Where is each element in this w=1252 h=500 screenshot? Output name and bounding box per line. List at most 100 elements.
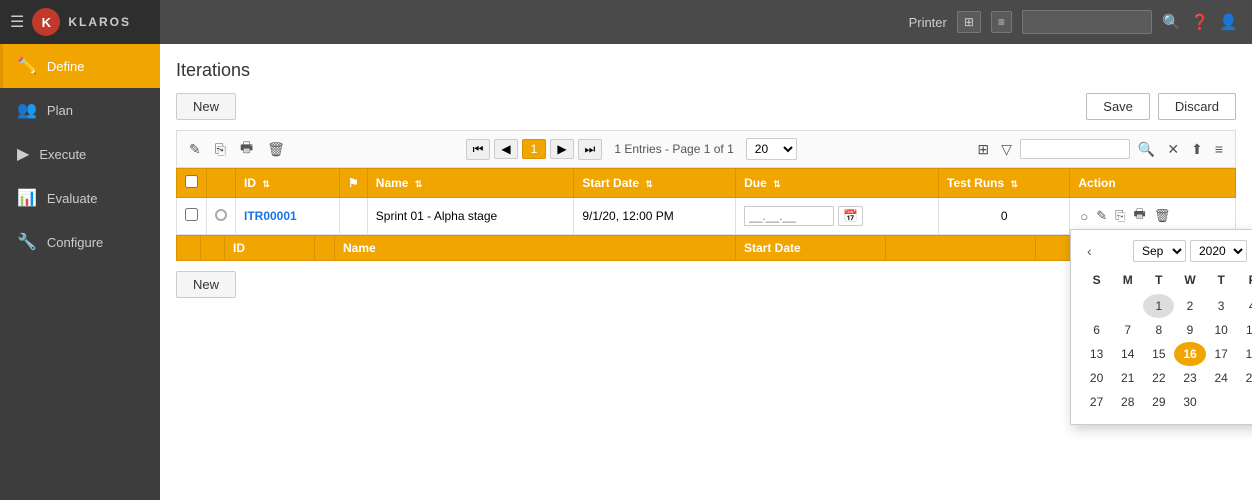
new-button-top[interactable]: New: [176, 93, 236, 120]
sidebar-label-plan: Plan: [47, 103, 73, 118]
row-due-cell: 📅: [736, 198, 939, 235]
filter-icon[interactable]: ▽: [997, 139, 1016, 160]
sidebar-item-plan[interactable]: 👥 Plan: [0, 88, 160, 132]
sidebar-item-configure[interactable]: 🔧 Configure: [0, 220, 160, 264]
cal-day-23[interactable]: 23: [1174, 366, 1205, 390]
th-due[interactable]: Due ⇅: [736, 169, 939, 198]
prev-page-btn[interactable]: ◀: [494, 139, 517, 159]
save-button[interactable]: Save: [1086, 93, 1150, 120]
cal-day-24[interactable]: 24: [1206, 366, 1237, 390]
cal-empty-2: [1112, 294, 1143, 318]
printer-list-icon[interactable]: ≡: [991, 11, 1012, 33]
sidebar-item-evaluate[interactable]: 📊 Evaluate: [0, 176, 160, 220]
cal-day-13[interactable]: 13: [1081, 342, 1112, 366]
toolbar-left: ✎ ⎘ 🖶 🗑: [185, 135, 289, 163]
sidebar-header: ☰ K KLAROS: [0, 0, 160, 44]
cal-day-14[interactable]: 14: [1112, 342, 1143, 366]
row-edit-icon[interactable]: ✎: [1094, 206, 1109, 226]
last-page-btn[interactable]: ⏭: [578, 139, 603, 160]
cal-day-7[interactable]: 7: [1112, 318, 1143, 342]
top-actions: New Save Discard: [176, 93, 1236, 120]
page-size-select[interactable]: 20 50 100: [746, 138, 797, 160]
th-start-date[interactable]: Start Date ⇅: [574, 169, 736, 198]
edit-icon[interactable]: ✎: [185, 139, 205, 160]
export-icon[interactable]: ⬆: [1187, 139, 1207, 160]
next-page-btn[interactable]: ▶: [550, 139, 573, 159]
brand-name: KLAROS: [68, 15, 131, 29]
cal-day-18[interactable]: 18: [1237, 342, 1252, 366]
cal-day-22[interactable]: 22: [1143, 366, 1174, 390]
cal-day-3[interactable]: 3: [1206, 294, 1237, 318]
cal-day-27[interactable]: 27: [1081, 390, 1112, 414]
discard-button[interactable]: Discard: [1158, 93, 1236, 120]
columns-icon[interactable]: ≡: [1211, 139, 1227, 159]
table-search-icon[interactable]: 🔍: [1134, 139, 1159, 160]
row-copy-icon[interactable]: ⎘: [1113, 206, 1127, 226]
select-all-checkbox[interactable]: [185, 175, 198, 188]
cal-day-21[interactable]: 21: [1112, 366, 1143, 390]
due-date-input[interactable]: [744, 206, 834, 226]
cal-day-6[interactable]: 6: [1081, 318, 1112, 342]
user-icon[interactable]: 👤: [1219, 13, 1238, 31]
hamburger-icon[interactable]: ☰: [10, 12, 24, 32]
cal-day-8[interactable]: 8: [1143, 318, 1174, 342]
print-icon[interactable]: 🖶: [236, 135, 257, 163]
help-icon[interactable]: ❓: [1191, 13, 1210, 31]
clear-search-icon[interactable]: ✕: [1163, 139, 1183, 160]
search-icon[interactable]: 🔍: [1162, 13, 1181, 31]
summary-col-check: [177, 236, 201, 261]
calendar-popup: ‹ JanFebMarApr MayJunJulAug SepOctNovDec…: [1070, 229, 1252, 425]
cal-day-9[interactable]: 9: [1174, 318, 1205, 342]
th-test-runs[interactable]: Test Runs ⇅: [939, 169, 1070, 198]
cal-day-25[interactable]: 25: [1237, 366, 1252, 390]
cal-day-17[interactable]: 17: [1206, 342, 1237, 366]
topbar-search-input[interactable]: [1022, 10, 1152, 34]
status-circle-icon: [215, 209, 227, 221]
cal-day-28[interactable]: 28: [1112, 390, 1143, 414]
cal-day-16[interactable]: 16: [1174, 342, 1205, 366]
row-status-toggle-icon[interactable]: ○: [1078, 207, 1090, 226]
row-checkbox[interactable]: [185, 208, 198, 221]
id-sort-icon: ⇅: [262, 179, 270, 189]
sidebar-nav: ✏️ Define 👥 Plan ▶ Execute 📊 Evaluate 🔧 …: [0, 44, 160, 500]
sidebar-item-define[interactable]: ✏️ Define: [0, 44, 160, 88]
cal-day-10[interactable]: 10: [1206, 318, 1237, 342]
day-header-t2: T: [1206, 270, 1237, 290]
first-page-btn[interactable]: ⏮: [466, 139, 491, 160]
calendar-year-select[interactable]: 20182019202020212022: [1190, 240, 1247, 262]
new-button-bottom[interactable]: New: [176, 271, 236, 298]
cal-day-15[interactable]: 15: [1143, 342, 1174, 366]
due-sort-icon: ⇅: [773, 179, 781, 189]
copy-icon[interactable]: ⎘: [211, 139, 230, 160]
row-checkbox-cell[interactable]: [177, 198, 207, 235]
sidebar-label-execute: Execute: [39, 147, 86, 162]
cal-day-11[interactable]: 11: [1237, 318, 1252, 342]
page-title: Iterations: [176, 60, 1236, 81]
summary-col-name: Name: [335, 236, 736, 261]
calendar-month-select[interactable]: JanFebMarApr MayJunJulAug SepOctNovDec: [1133, 240, 1186, 262]
row-flag-cell: [340, 198, 368, 235]
th-name[interactable]: Name ⇅: [367, 169, 574, 198]
calendar-header: ‹ JanFebMarApr MayJunJulAug SepOctNovDec…: [1081, 240, 1252, 262]
th-id[interactable]: ID ⇅: [236, 169, 340, 198]
sidebar-label-configure: Configure: [47, 235, 103, 250]
cal-day-2[interactable]: 2: [1174, 294, 1205, 318]
cal-day-29[interactable]: 29: [1143, 390, 1174, 414]
sidebar-label-define: Define: [47, 59, 85, 74]
cal-day-4[interactable]: 4: [1237, 294, 1252, 318]
printer-table-icon[interactable]: ⊞: [957, 11, 981, 33]
group-icon[interactable]: ⊞: [973, 139, 993, 160]
sidebar-item-execute[interactable]: ▶ Execute: [0, 132, 160, 176]
printer-label: Printer: [909, 15, 947, 30]
cal-day-20[interactable]: 20: [1081, 366, 1112, 390]
calendar-prev-btn[interactable]: ‹: [1081, 241, 1098, 261]
row-print-icon[interactable]: 🖶: [1132, 203, 1148, 229]
cal-day-30[interactable]: 30: [1174, 390, 1205, 414]
delete-icon[interactable]: 🗑: [263, 139, 289, 160]
cal-day-1[interactable]: 1: [1143, 294, 1174, 318]
row-start-date-cell: 9/1/20, 12:00 PM: [574, 198, 736, 235]
calendar-trigger-button[interactable]: 📅: [838, 206, 863, 226]
row-id-link[interactable]: ITR00001: [244, 209, 297, 223]
table-search-input[interactable]: [1020, 139, 1130, 159]
row-delete-icon[interactable]: 🗑: [1152, 206, 1173, 226]
